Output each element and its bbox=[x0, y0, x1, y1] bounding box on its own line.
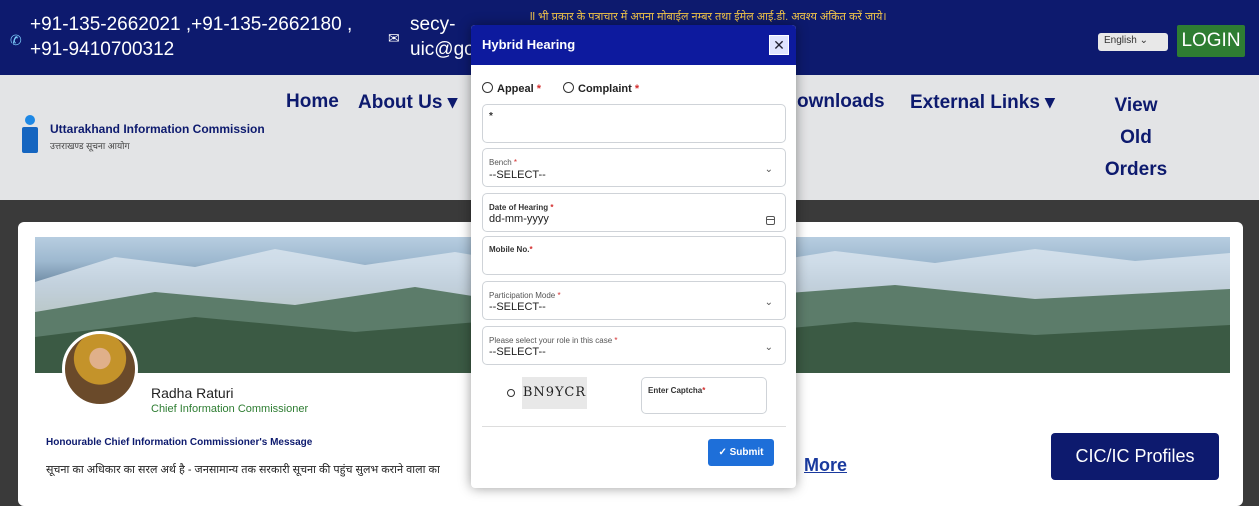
chevron-down-icon: ⌄ bbox=[764, 342, 773, 353]
required-mark: * bbox=[536, 83, 542, 95]
radio-circle-icon[interactable] bbox=[482, 82, 493, 93]
mobile-number-field[interactable]: Mobile No.* bbox=[482, 236, 786, 275]
role-label: Please select your role in this case * bbox=[489, 336, 618, 345]
role-select[interactable]: Please select your role in this case * -… bbox=[482, 326, 786, 365]
radio-complaint-label: Complaint bbox=[578, 83, 632, 95]
bench-label: Bench * bbox=[489, 158, 518, 167]
date-of-hearing-label: Date of Hearing * bbox=[489, 203, 554, 212]
chevron-down-icon: ⌄ bbox=[764, 164, 773, 175]
modal-header: Hybrid Hearing ✕ bbox=[471, 25, 796, 65]
participation-label: Participation Mode * bbox=[489, 291, 561, 300]
modal-title: Hybrid Hearing bbox=[482, 37, 576, 52]
close-icon[interactable]: ✕ bbox=[769, 35, 789, 55]
captcha-input[interactable]: Enter Captcha* bbox=[641, 377, 767, 414]
hybrid-hearing-modal: Hybrid Hearing ✕ Appeal * Complaint * * … bbox=[471, 25, 796, 488]
date-of-hearing-value: dd-mm-yyyy bbox=[489, 213, 549, 225]
required-mark: * bbox=[489, 111, 493, 122]
captcha-label: Enter Captcha* bbox=[648, 386, 706, 395]
role-value: --SELECT-- bbox=[489, 346, 546, 358]
bench-select[interactable]: Bench * --SELECT-- ⌄ bbox=[482, 148, 786, 187]
submit-button[interactable]: ✓ Submit bbox=[708, 439, 774, 466]
chevron-down-icon: ⌄ bbox=[764, 297, 773, 308]
radio-circle-icon[interactable] bbox=[563, 82, 574, 93]
mobile-label: Mobile No.* bbox=[489, 245, 533, 254]
participation-value: --SELECT-- bbox=[489, 301, 546, 313]
radio-appeal[interactable]: Appeal * bbox=[482, 82, 541, 95]
date-of-hearing-field[interactable]: Date of Hearing * dd-mm-yyyy bbox=[482, 193, 786, 232]
radio-complaint[interactable]: Complaint * bbox=[563, 82, 639, 95]
refresh-icon[interactable] bbox=[507, 389, 515, 397]
case-number-field[interactable]: * bbox=[482, 104, 786, 143]
participation-mode-select[interactable]: Participation Mode * --SELECT-- ⌄ bbox=[482, 281, 786, 320]
captcha-image: BN9YCR bbox=[522, 377, 587, 409]
bench-value: --SELECT-- bbox=[489, 169, 546, 181]
modal-divider bbox=[482, 426, 786, 427]
radio-appeal-label: Appeal bbox=[497, 83, 534, 95]
required-mark: * bbox=[634, 83, 640, 95]
calendar-icon[interactable] bbox=[766, 216, 775, 225]
